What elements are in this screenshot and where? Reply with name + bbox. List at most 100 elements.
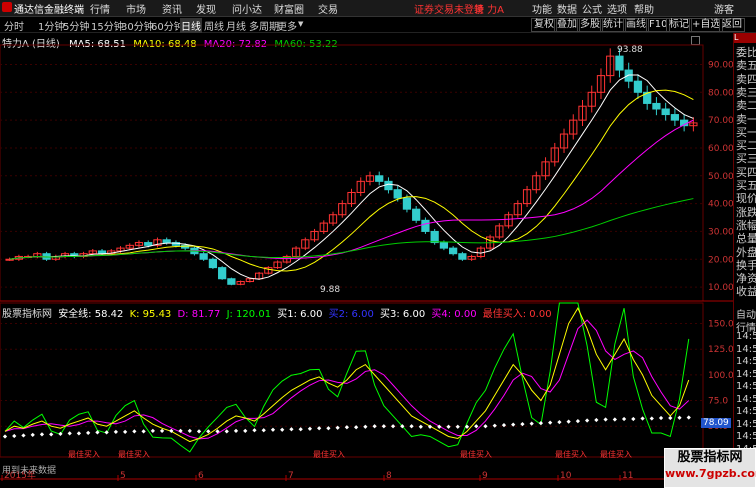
menu-news[interactable]: 资讯 <box>162 1 182 16</box>
menu-market[interactable]: 市场 <box>126 1 146 16</box>
price-tick-label: 70.00 <box>708 116 733 126</box>
safety-line-dot <box>187 428 192 433</box>
indicator-lines <box>2 302 691 453</box>
period-timeshare[interactable]: 分时 <box>3 18 25 33</box>
price-tick-label: 40.00 <box>708 200 733 210</box>
menu-formula[interactable]: 公式 <box>582 1 602 16</box>
indicator-legend: 股票指标网 安全线: 58.42 K: 95.43 D: 81.77 J: 12… <box>2 305 552 320</box>
menu-functions[interactable]: 功能 <box>532 1 552 16</box>
j-label: J: 120.01 <box>226 309 272 320</box>
x-tick-label: 9 <box>482 471 488 481</box>
period-daily[interactable]: 日线 <box>180 18 202 33</box>
candle-body <box>144 242 153 246</box>
safety-line-dot <box>446 424 451 429</box>
period-monthly[interactable]: 月线 <box>225 18 247 33</box>
menu-help[interactable]: 帮助 <box>634 1 654 16</box>
safety-line-dot <box>372 424 377 429</box>
price-tick-label: 30.00 <box>708 227 733 237</box>
indicator-grid: 150.0125.0100.075.050.0 <box>0 320 733 432</box>
safety-line-dot <box>474 424 479 429</box>
buy-signal-6: 最佳买入 <box>600 450 632 459</box>
safety-line-dot <box>575 418 581 424</box>
moving-average-lines <box>9 74 694 280</box>
safety-line-dot <box>677 415 682 420</box>
candle-body <box>384 180 393 191</box>
side-panel-tick-time: 14:5 <box>736 331 756 342</box>
menu-trade[interactable]: 交易 <box>318 1 338 16</box>
safety-line-dot <box>464 424 470 429</box>
side-panel-item: 收益 <box>736 285 756 299</box>
ma5-line <box>9 74 694 280</box>
price-tick-label: 50.00 <box>708 172 733 182</box>
indicator-tick-label: 125.0 <box>708 345 733 355</box>
safety-line-dot <box>224 429 229 434</box>
price-tick-label: 60.00 <box>708 144 733 154</box>
safety-line-dot <box>67 431 72 436</box>
price-tick-label: 20.00 <box>708 255 733 265</box>
period-more[interactable]: 更多 <box>276 18 298 33</box>
safety-line-dot <box>326 426 331 431</box>
safety-line-dot <box>317 426 322 431</box>
safety-line-dot <box>603 417 608 422</box>
side-panel-tick-time: 14:5 <box>736 431 756 442</box>
safety-line-dot <box>381 424 386 429</box>
menu-guest[interactable]: 游客 <box>714 1 734 16</box>
menu-bar: 通达信金融终端 行情 市场 资讯 发现 问小达 财富圈 交易 证券交易未登录 特… <box>0 0 756 17</box>
menu-options[interactable]: 选项 <box>607 1 627 16</box>
safety-line-dot <box>298 427 303 432</box>
menu-wealth[interactable]: 财富圈 <box>274 1 304 16</box>
candle-body <box>430 230 439 244</box>
indicator-tick-label: 150.0 <box>708 320 733 330</box>
candle-body <box>393 189 402 199</box>
side-panel-tick-time: 14:5 <box>736 406 756 417</box>
safety-line-dot <box>270 427 276 432</box>
buy4-label: 买4: 0.00 <box>431 309 477 320</box>
side-panel-tick-time: 14:5 <box>736 343 756 355</box>
safety-line-dot <box>159 428 165 433</box>
chart-canvas: 90.00 80.00 70.00 60.00 50.00 40.00 30.00 20.00… <box>0 44 733 481</box>
buy-signal-4: 最佳买入 <box>460 450 492 459</box>
safety-line-dot <box>307 426 313 431</box>
safety-line-dot <box>76 431 82 436</box>
candle-body <box>652 102 661 110</box>
safety-line-dot <box>252 428 257 433</box>
safety-line-dot <box>483 424 488 429</box>
candle-body <box>218 267 227 280</box>
price-tick-label: 10.00 <box>708 283 733 293</box>
high-price-label: 93.88 <box>617 45 643 55</box>
more-chevron-icon[interactable]: ▼ <box>298 20 303 28</box>
x-tick-label: 10 <box>560 471 572 481</box>
period-weekly[interactable]: 周线 <box>203 18 225 33</box>
candle-body <box>449 247 458 255</box>
x-tick-label: 7 <box>288 471 294 481</box>
safety-line-dot <box>353 425 359 430</box>
menu-quotes[interactable]: 行情 <box>90 1 110 16</box>
candle-body <box>412 208 421 221</box>
menu-ask[interactable]: 问小达 <box>232 1 262 16</box>
period-toolbar: 分时 1分钟 5分钟 15分钟 30分钟 60分钟 日线 周线 月线 多周期 更… <box>0 17 756 33</box>
quote-side-panel: L 委比 卖五 卖四 卖三 卖二 卖一 买一 买二 买三 买四 买五 现价 涨跌 涨幅 总量 外盘 换手 净资 收益… <box>733 33 756 480</box>
menu-discover[interactable]: 发现 <box>196 1 216 16</box>
candle-body <box>421 219 430 232</box>
safety-line-dot <box>39 432 45 437</box>
menu-data[interactable]: 数据 <box>557 1 577 16</box>
candle-body <box>199 253 208 260</box>
app-title: 通达信金融终端 <box>14 5 84 16</box>
x-tick-label: 5 <box>120 471 126 481</box>
buy3-label: 买3: 6.00 <box>380 309 426 320</box>
indicator-tick-label: 100.0 <box>708 371 733 381</box>
period-5min[interactable]: 5分钟 <box>62 18 90 33</box>
watermark-title: 股票指标网 <box>677 450 743 465</box>
side-panel-tick-time: 14:5 <box>736 393 756 405</box>
future-data-note: 用到未来数据 <box>2 466 57 476</box>
safety-line-dot <box>280 427 285 432</box>
back-button[interactable]: 返回 <box>719 18 745 32</box>
candle-body <box>633 80 643 93</box>
j-line <box>4 302 690 453</box>
safety-line-dot <box>12 433 17 439</box>
buy2-label: 买2: 6.00 <box>328 309 374 320</box>
candle-body <box>615 55 624 71</box>
safety-line-dot <box>612 417 617 422</box>
indicator-title: 股票指标网 <box>2 309 52 320</box>
safety-line-dot <box>686 415 691 420</box>
